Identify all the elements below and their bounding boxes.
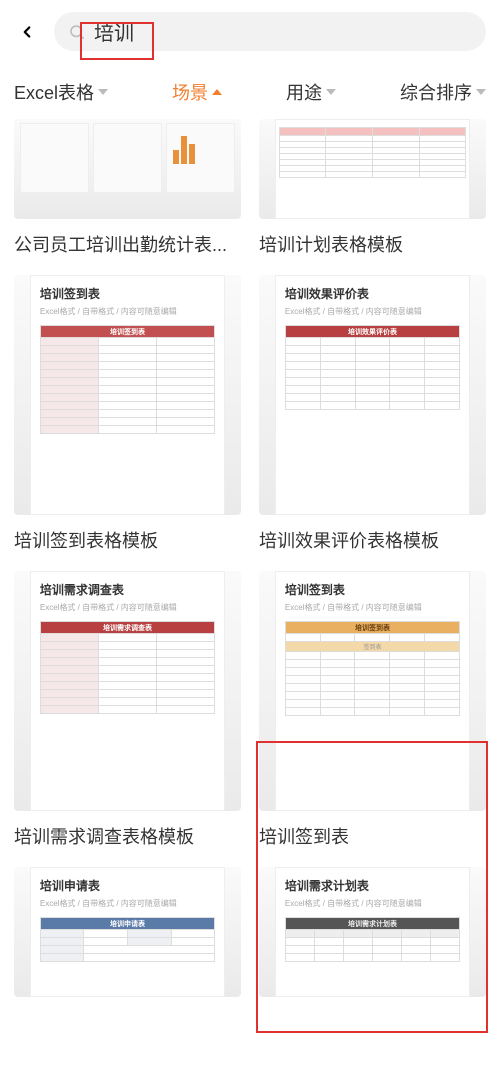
template-thumb [14,119,241,219]
template-thumb: 培训签到表 Excel格式 / 自带格式 / 内容可随意编辑 培训签到表 [14,275,241,515]
template-card[interactable]: 培训需求计划表 Excel格式 / 自带格式 / 内容可随意编辑 培训需求计划表 [259,867,486,997]
search-icon [68,23,86,41]
template-thumb: 培训需求调查表 Excel格式 / 自带格式 / 内容可随意编辑 培训需求调查表 [14,571,241,811]
template-thumb: 培训签到表 Excel格式 / 自带格式 / 内容可随意编辑 培训签到表 签到表 [259,571,486,811]
filter-purpose[interactable]: 用途 [286,79,336,105]
filter-bar: Excel表格 场景 用途 综合排序 [0,63,500,119]
template-title: 培训计划表格模板 [259,231,486,257]
filter-format-label: Excel表格 [14,79,94,105]
template-title: 培训效果评价表格模板 [259,527,486,553]
doc-title: 培训需求调查表 [40,581,215,598]
template-card[interactable]: 培训计划表格模板 [259,119,486,257]
template-thumb: 培训申请表 Excel格式 / 自带格式 / 内容可随意编辑 培训申请表 [14,867,241,997]
filter-sort-label: 综合排序 [400,79,472,105]
caret-up-icon [212,89,222,95]
doc-title: 培训签到表 [40,285,215,302]
template-title: 培训需求调查表格模板 [14,823,241,849]
template-title: 公司员工培训出勤统计表... [14,231,241,257]
doc-subtitle: Excel格式 / 自带格式 / 内容可随意编辑 [40,306,215,317]
caret-down-icon [98,89,108,95]
filter-scene-label: 场景 [172,79,208,105]
doc-subtitle: Excel格式 / 自带格式 / 内容可随意编辑 [40,602,215,613]
doc-subtitle: Excel格式 / 自带格式 / 内容可随意编辑 [285,602,460,613]
results-area: 公司员工培训出勤统计表... 培训计划表格模板 培训签到表 Excel格式 / … [0,119,500,997]
template-thumb: 培训需求计划表 Excel格式 / 自带格式 / 内容可随意编辑 培训需求计划表 [259,867,486,997]
doc-title: 培训申请表 [40,877,215,894]
chevron-left-icon [18,23,36,41]
template-card[interactable]: 培训签到表 Excel格式 / 自带格式 / 内容可随意编辑 培训签到表 培训签… [14,275,241,553]
doc-title: 培训效果评价表 [285,285,460,302]
doc-subtitle: Excel格式 / 自带格式 / 内容可随意编辑 [285,306,460,317]
template-card[interactable]: 培训效果评价表 Excel格式 / 自带格式 / 内容可随意编辑 培训效果评价表… [259,275,486,553]
template-title: 培训签到表格模板 [14,527,241,553]
template-thumb: 培训效果评价表 Excel格式 / 自带格式 / 内容可随意编辑 培训效果评价表 [259,275,486,515]
doc-subtitle: Excel格式 / 自带格式 / 内容可随意编辑 [285,898,460,909]
caret-down-icon [476,89,486,95]
filter-format[interactable]: Excel表格 [14,79,108,105]
template-thumb [259,119,486,219]
caret-down-icon [326,89,336,95]
template-title: 培训签到表 [259,823,486,849]
filter-purpose-label: 用途 [286,79,322,105]
template-card[interactable]: 培训申请表 Excel格式 / 自带格式 / 内容可随意编辑 培训申请表 [14,867,241,997]
back-button[interactable] [10,15,44,49]
doc-title: 培训需求计划表 [285,877,460,894]
doc-subtitle: Excel格式 / 自带格式 / 内容可随意编辑 [40,898,215,909]
search-bar[interactable] [54,12,486,51]
template-card[interactable]: 培训签到表 Excel格式 / 自带格式 / 内容可随意编辑 培训签到表 签到表… [259,571,486,849]
header [0,0,500,63]
filter-sort[interactable]: 综合排序 [400,79,486,105]
search-input[interactable] [94,20,472,43]
doc-title: 培训签到表 [285,581,460,598]
template-card[interactable]: 培训需求调查表 Excel格式 / 自带格式 / 内容可随意编辑 培训需求调查表… [14,571,241,849]
template-grid: 公司员工培训出勤统计表... 培训计划表格模板 培训签到表 Excel格式 / … [0,119,500,997]
filter-scene[interactable]: 场景 [172,79,222,105]
template-card[interactable]: 公司员工培训出勤统计表... [14,119,241,257]
